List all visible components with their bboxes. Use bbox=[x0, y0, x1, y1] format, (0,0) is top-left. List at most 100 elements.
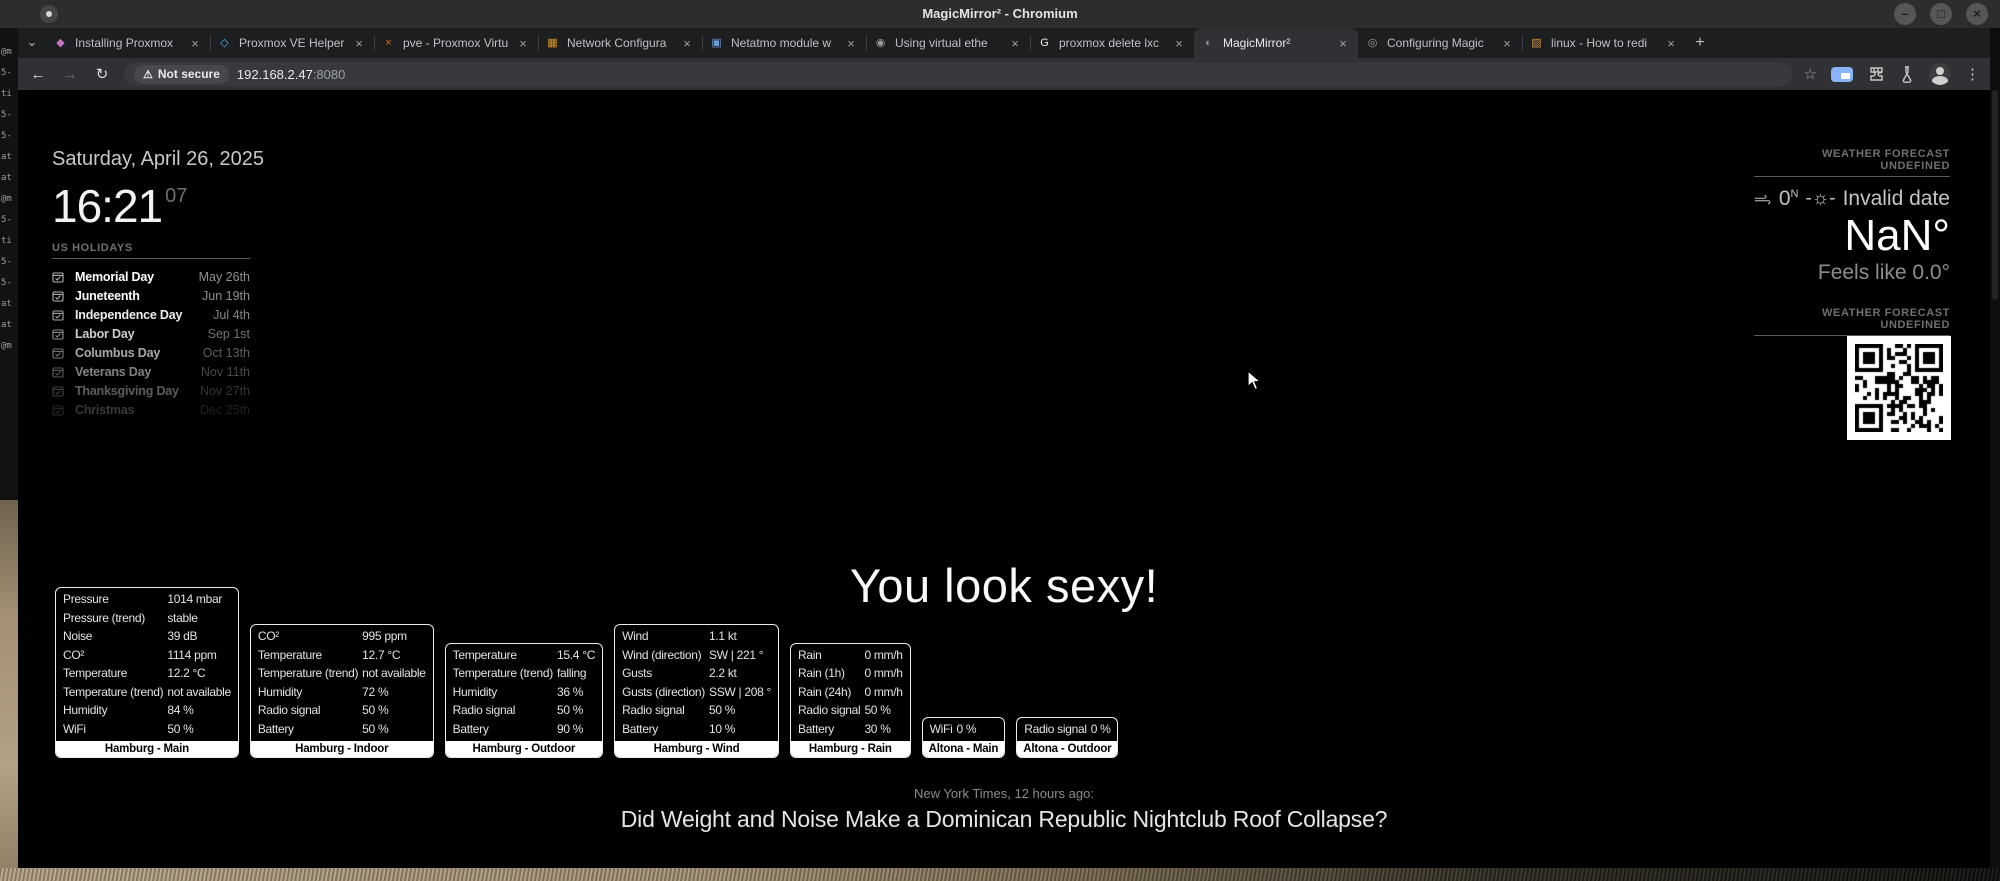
window-titlebar: MagicMirror² - Chromium –□× bbox=[0, 0, 2000, 28]
sensor-value: stable bbox=[167, 609, 230, 628]
sensor-value: 15.4 °C bbox=[557, 646, 595, 665]
sensor-label: Radio signal bbox=[453, 701, 557, 720]
tab-close-icon[interactable]: × bbox=[1007, 36, 1023, 51]
sensor-value: 0 mm/h bbox=[864, 646, 902, 665]
sensor-label: WiFi bbox=[63, 720, 167, 739]
picture-in-picture-icon[interactable] bbox=[1831, 67, 1853, 82]
back-button[interactable]: ← bbox=[28, 66, 48, 83]
calendar-event-row: Independence DayJul 4th bbox=[52, 305, 250, 324]
sensor-row: Rain (24h)0 mm/h bbox=[798, 683, 903, 702]
tab-label: Netatmo module w bbox=[731, 36, 843, 50]
not-secure-chip[interactable]: ⚠ Not secure bbox=[134, 65, 229, 84]
browser-tab[interactable]: ◆Installing Proxmox× bbox=[46, 28, 210, 58]
sensor-table-title: Hamburg - Outdoor bbox=[446, 741, 602, 757]
browser-tab[interactable]: ◐MagicMirror²× bbox=[1194, 28, 1358, 58]
sensor-row: CO²1114 ppm bbox=[63, 646, 231, 665]
browser-tab[interactable]: ◇Proxmox VE Helper× bbox=[210, 28, 374, 58]
tab-label: linux - How to redi bbox=[1551, 36, 1663, 50]
magicmirror-favicon: ◐ bbox=[1201, 36, 1216, 51]
weather-feels-like: Feels like 0.0° bbox=[1754, 261, 1950, 285]
sensor-row: Radio signal50 % bbox=[798, 701, 903, 720]
sensor-value: not available bbox=[362, 664, 425, 683]
calendar-check-icon bbox=[52, 366, 64, 378]
event-name: Independence Day bbox=[75, 308, 213, 322]
browser-tab[interactable]: ▨ linux - How to redi× bbox=[1522, 28, 1686, 58]
tab-close-icon[interactable]: × bbox=[351, 36, 367, 51]
sensor-value: 12.2 °C bbox=[167, 664, 230, 683]
profile-avatar-icon[interactable] bbox=[1929, 63, 1951, 85]
sensor-row: CO²995 ppm bbox=[258, 627, 426, 646]
url-host: 192.168.2.47 bbox=[237, 67, 313, 82]
sensor-label: Humidity bbox=[453, 683, 557, 702]
browser-tab[interactable]: Gproxmox delete lxc× bbox=[1030, 28, 1194, 58]
sensor-row: Rain0 mm/h bbox=[798, 646, 903, 665]
clock-module: Saturday, April 26, 2025 16:2107 bbox=[52, 148, 264, 231]
tab-label: Configuring Magic bbox=[1387, 36, 1499, 50]
url-text: 192.168.2.47:8080 bbox=[237, 67, 345, 82]
tab-close-icon[interactable]: × bbox=[187, 36, 203, 51]
clock-seconds: 07 bbox=[165, 185, 187, 207]
sensor-row: Temperature (trend)not available bbox=[258, 664, 426, 683]
google-favicon: G bbox=[1037, 36, 1052, 51]
address-bar[interactable]: ⚠ Not secure 192.168.2.47:8080 bbox=[124, 62, 1792, 86]
stackexchange-favicon: ▨ bbox=[1529, 36, 1544, 51]
bookmark-star-icon[interactable]: ☆ bbox=[1804, 65, 1817, 83]
forum-favicon: ◉ bbox=[873, 36, 888, 51]
sensor-value: SW | 221 ° bbox=[709, 646, 771, 665]
background-terminal-strip: @m5-ti5-5-atat@m5-ti5-5-atat@m bbox=[0, 28, 18, 881]
sensor-label: Battery bbox=[622, 720, 709, 739]
tab-list: ◆Installing Proxmox×◇Proxmox VE Helper××… bbox=[46, 28, 1686, 58]
browser-tab[interactable]: ▣Netatmo module w× bbox=[702, 28, 866, 58]
sensor-value: 0 mm/h bbox=[864, 664, 902, 683]
sensor-label: Battery bbox=[798, 720, 864, 739]
sensor-row: Gusts (direction)SSW | 208 ° bbox=[622, 683, 771, 702]
sensor-label: Temperature (trend) bbox=[258, 664, 362, 683]
qr-code bbox=[1847, 336, 1951, 440]
event-name: Veterans Day bbox=[75, 365, 201, 379]
browser-tab[interactable]: ◎Configuring Magic× bbox=[1358, 28, 1522, 58]
weather-header-bottom: WEATHER FORECAST UNDEFINED bbox=[1754, 307, 1950, 336]
event-date: May 26th bbox=[199, 270, 250, 284]
forward-button[interactable]: → bbox=[60, 66, 80, 83]
desktop-wallpaper-left-sliver bbox=[0, 500, 18, 881]
sensor-label: Gusts bbox=[622, 664, 709, 683]
flask-icon[interactable] bbox=[1899, 65, 1915, 83]
reload-button[interactable]: ↻ bbox=[92, 65, 112, 83]
network-doc-favicon: ▦ bbox=[545, 36, 560, 51]
wind-speed: 0N bbox=[1779, 187, 1799, 211]
browser-tab[interactable]: ◉Using virtual ethe× bbox=[866, 28, 1030, 58]
tab-close-icon[interactable]: × bbox=[515, 36, 531, 51]
sensor-label: Humidity bbox=[258, 683, 362, 702]
tab-label: Installing Proxmox bbox=[75, 36, 187, 50]
tab-label: proxmox delete lxc bbox=[1059, 36, 1171, 50]
toolbar-right-icons: ☆ ⋮ bbox=[1804, 63, 1980, 85]
new-tab-button[interactable]: + bbox=[1686, 30, 1714, 58]
scrollbar-thumb[interactable] bbox=[1992, 90, 1998, 300]
sensor-value: 50 % bbox=[362, 701, 425, 720]
extensions-puzzle-icon[interactable] bbox=[1867, 65, 1885, 83]
browser-tab[interactable]: ▦Network Configura× bbox=[538, 28, 702, 58]
close-button[interactable]: × bbox=[1966, 3, 1988, 25]
tab-close-icon[interactable]: × bbox=[679, 36, 695, 51]
browser-tab[interactable]: ×pve - Proxmox Virtu× bbox=[374, 28, 538, 58]
tab-close-icon[interactable]: × bbox=[843, 36, 859, 51]
tab-search-chevron-icon[interactable]: ⌄ bbox=[18, 28, 46, 58]
minimize-button[interactable]: – bbox=[1894, 3, 1916, 25]
sensor-value: 50 % bbox=[362, 720, 425, 739]
sensor-label: Wind (direction) bbox=[622, 646, 709, 665]
calendar-event-row: Labor DaySep 1st bbox=[52, 324, 250, 343]
sensor-value: 50 % bbox=[167, 720, 230, 739]
kebab-menu-icon[interactable]: ⋮ bbox=[1965, 65, 1980, 83]
calendar-check-icon bbox=[52, 309, 64, 321]
tab-close-icon[interactable]: × bbox=[1335, 36, 1351, 51]
tab-close-icon[interactable]: × bbox=[1499, 36, 1515, 51]
sensor-table: CO²995 ppmTemperature12.7 °CTemperature … bbox=[250, 624, 434, 758]
sensor-row: Battery10 % bbox=[622, 720, 771, 739]
calendar-event-list: Memorial DayMay 26thJuneteenthJun 19thIn… bbox=[52, 267, 250, 419]
sensor-row: Radio signal50 % bbox=[258, 701, 426, 720]
tab-close-icon[interactable]: × bbox=[1663, 36, 1679, 51]
maximize-button[interactable]: □ bbox=[1930, 3, 1952, 25]
weather-temperature: NaN° bbox=[1754, 213, 1950, 259]
tab-close-icon[interactable]: × bbox=[1171, 36, 1187, 51]
calendar-event-row: Columbus DayOct 13th bbox=[52, 343, 250, 362]
